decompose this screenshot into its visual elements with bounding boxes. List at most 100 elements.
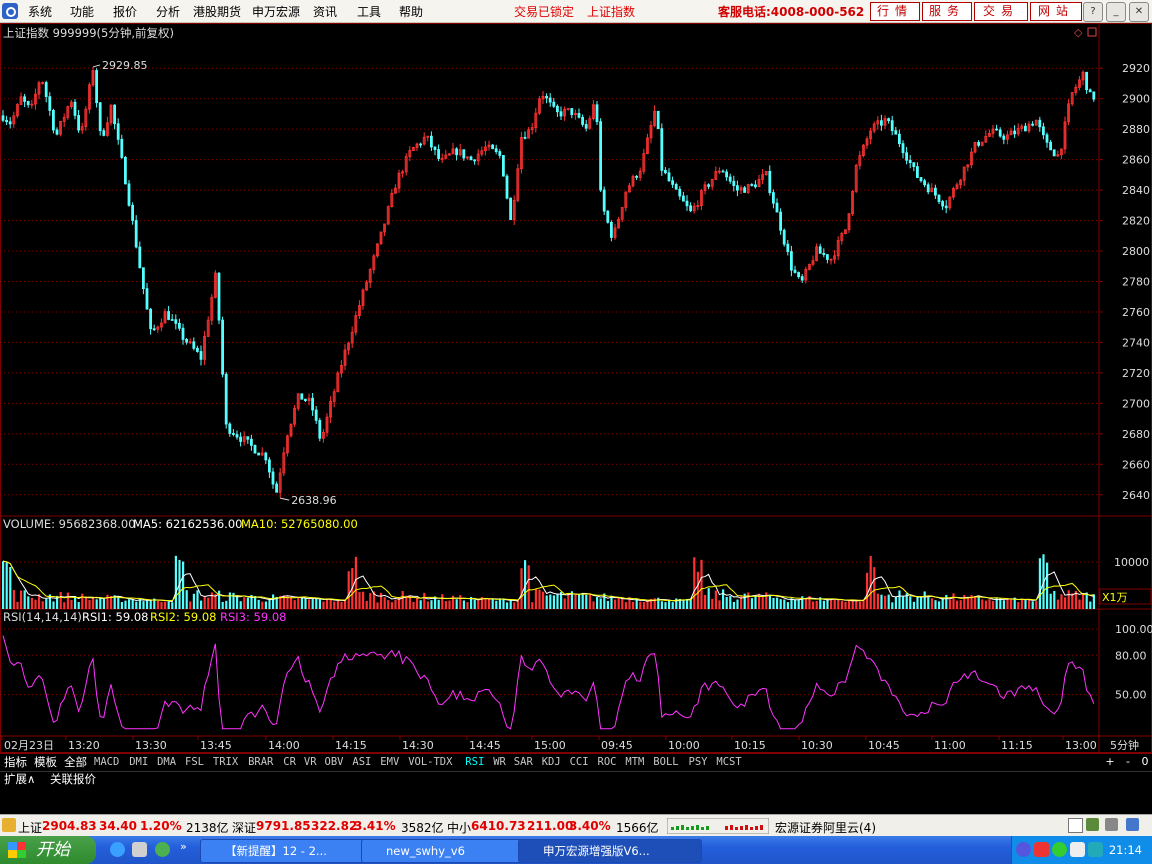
candle-down — [231, 433, 235, 435]
close-icon[interactable]: ✕ — [1129, 2, 1149, 22]
menu-shenwan[interactable]: 申万宏源 — [252, 3, 300, 20]
time-label: 10:45 — [868, 739, 900, 752]
menu-quote[interactable]: 报价 — [113, 3, 137, 20]
menu-hk-futures[interactable]: 港股期货 — [193, 3, 241, 20]
trade-button[interactable]: 交易 — [974, 2, 1028, 21]
task-item-app[interactable]: 申万宏源增强版V6... — [518, 839, 702, 863]
indicator-tab-wr[interactable]: WR — [491, 755, 508, 770]
indicator-tab-模板[interactable]: 模板 — [32, 755, 59, 770]
tray-volume-icon[interactable] — [1070, 842, 1085, 857]
volume-bar — [128, 599, 131, 609]
start-label: 开始 — [36, 840, 70, 860]
menu-help[interactable]: 帮助 — [399, 3, 423, 20]
indicator-tab-sar[interactable]: SAR — [512, 755, 535, 770]
indicator-tab-mtm[interactable]: MTM — [623, 755, 646, 770]
help-circle-icon[interactable]: ? — [1083, 2, 1103, 22]
indicator-tab-boll[interactable]: BOLL — [651, 755, 680, 770]
volume-bar — [768, 595, 771, 609]
website-button[interactable]: 网站 — [1030, 2, 1082, 21]
indicator-tab-emv[interactable]: EMV — [378, 755, 401, 770]
indicator-tab-rsi[interactable]: RSI — [463, 755, 486, 770]
indicator-tab-asi[interactable]: ASI — [350, 755, 373, 770]
volume-bar — [362, 591, 365, 609]
minimize-icon[interactable]: _ — [1106, 2, 1126, 22]
volume-bar — [189, 601, 192, 609]
tray-shield-icon[interactable] — [1034, 842, 1049, 857]
indicator-tab-obv[interactable]: OBV — [323, 755, 346, 770]
candle-down — [944, 205, 948, 209]
network-icon[interactable] — [1086, 818, 1099, 831]
desktop-icon[interactable] — [132, 842, 147, 857]
volume-bar — [909, 596, 912, 609]
volume-bar — [1020, 598, 1023, 609]
sh-value: 2904.83 — [42, 819, 97, 833]
price-tick-label: 2800 — [1122, 245, 1150, 258]
indicator-tab-fsl[interactable]: FSL — [183, 755, 206, 770]
lock-screen-icon[interactable] — [1126, 818, 1139, 831]
quotes-button[interactable]: 行情 — [870, 2, 920, 21]
candle-down — [682, 195, 685, 202]
indicator-tab-cci[interactable]: CCI — [568, 755, 591, 770]
candle-down — [998, 129, 1002, 137]
expand-tab[interactable]: 扩展∧ — [2, 772, 37, 787]
indicator-tab-cr[interactable]: CR — [281, 755, 298, 770]
browser-icon[interactable] — [155, 842, 170, 857]
window-icon[interactable] — [1068, 818, 1083, 833]
quicklaunch-more-icon[interactable]: » — [180, 840, 187, 853]
trade-locked-link[interactable]: 交易已锁定 — [514, 3, 574, 20]
candle-down — [246, 436, 250, 440]
zoom-reset-button[interactable]: 0 — [1138, 755, 1152, 769]
tray-network-icon[interactable] — [1088, 842, 1103, 857]
app-logo-icon[interactable] — [2, 3, 18, 19]
volume-bar — [488, 598, 491, 609]
service-button[interactable]: 服务 — [922, 2, 972, 21]
indicator-tab-brar[interactable]: BRAR — [246, 755, 275, 770]
menu-function[interactable]: 功能 — [70, 3, 94, 20]
volume-bar — [106, 594, 109, 609]
indicator-tab-macd[interactable]: MACD — [92, 755, 121, 770]
candle-down — [926, 184, 930, 193]
candle-down — [311, 397, 315, 411]
indicator-tab-vr[interactable]: VR — [302, 755, 319, 770]
candle-down — [822, 252, 826, 256]
menu-analysis[interactable]: 分析 — [156, 3, 180, 20]
indicator-tab-kdj[interactable]: KDJ — [540, 755, 563, 770]
indicator-tab-指标[interactable]: 指标 — [2, 755, 29, 770]
start-button[interactable]: 开始 — [0, 836, 96, 864]
settings-icon[interactable] — [1105, 818, 1118, 831]
windows-logo-icon — [8, 842, 26, 858]
indicator-tab-trix[interactable]: TRIX — [211, 755, 240, 770]
indicator-tab-全部[interactable]: 全部 — [62, 755, 89, 770]
volume-bar — [462, 600, 465, 609]
tray-status-icon[interactable] — [1052, 842, 1067, 857]
indicator-tab-psy[interactable]: PSY — [687, 755, 710, 770]
menu-tools[interactable]: 工具 — [357, 3, 381, 20]
indicator-tab-dma[interactable]: DMA — [155, 755, 178, 770]
price-tick-label: 2660 — [1122, 458, 1150, 471]
sh-index-link[interactable]: 上证指数 — [587, 3, 635, 20]
indicator-tab-dmi[interactable]: DMI — [127, 755, 150, 770]
menu-bar: 系统 功能 报价 分析 港股期货 申万宏源 资讯 工具 帮助 交易已锁定 上证指… — [0, 0, 1152, 23]
menu-system[interactable]: 系统 — [28, 3, 52, 20]
related-quote-tab[interactable]: 关联报价 — [48, 772, 98, 787]
price-tick-label: 2860 — [1122, 154, 1150, 167]
menu-news[interactable]: 资讯 — [313, 3, 337, 20]
indicator-tab-mcst[interactable]: MCST — [714, 755, 743, 770]
indicator-tab-vol-tdx[interactable]: VOL-TDX — [406, 755, 454, 770]
volume-bar — [812, 601, 815, 609]
task-item-folder[interactable]: new_swhy_v6 — [361, 839, 537, 863]
candle-down — [55, 129, 59, 135]
time-label: 02月23日 — [4, 739, 54, 752]
zoom-in-button[interactable]: + — [1103, 755, 1117, 769]
tray-app-icon[interactable] — [1016, 842, 1031, 857]
zoom-out-button[interactable]: - — [1121, 755, 1135, 769]
volume-unit-label: X1万 — [1102, 591, 1128, 604]
kline-chart[interactable]: 2920 2900 2880 2860 2840 2820 2800 2780 2760 2740… — [0, 23, 1152, 753]
indicator-tab-roc[interactable]: ROC — [596, 755, 619, 770]
volume-bar — [218, 590, 221, 609]
task-item-forum[interactable]: 【新提醒】12 - 2... — [200, 839, 381, 863]
sh-percent: 1.20% — [140, 819, 182, 833]
ie-icon[interactable] — [110, 842, 125, 857]
volume-bar — [358, 592, 361, 609]
lock-icon[interactable] — [2, 818, 16, 832]
